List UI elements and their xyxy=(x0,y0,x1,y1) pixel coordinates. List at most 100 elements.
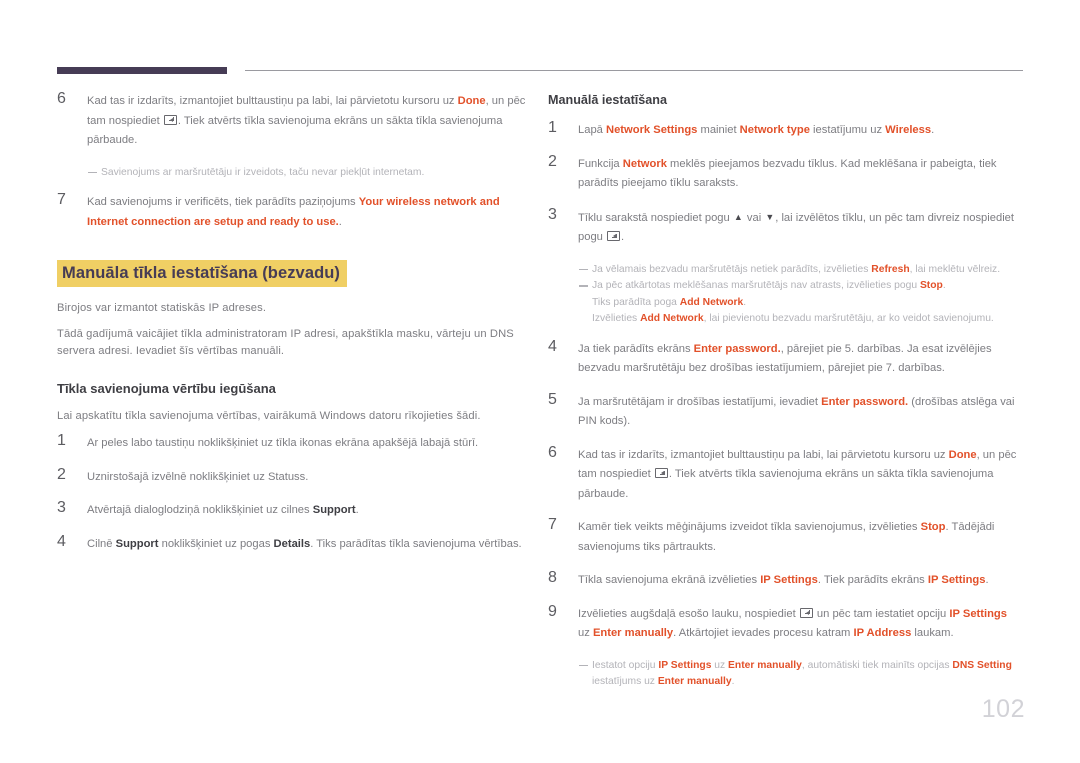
step-number: 4 xyxy=(57,532,66,550)
numbered-step: 9 Izvēlieties augšdaļā esošo lauku, nospi… xyxy=(548,602,1018,644)
note-line: Iestatot opciju IP Settings uz Enter man… xyxy=(579,658,1018,675)
ui-term-highlight: DNS Setting xyxy=(952,659,1012,671)
step-number: 3 xyxy=(548,205,557,223)
right-column: Manuālā iestatīšana 1 Lapā Network Settin… xyxy=(548,92,1018,703)
intro-paragraph-1: Birojos var izmantot statiskās IP adrese… xyxy=(57,302,267,314)
numbered-step: 4 Ja tiek parādīts ekrāns Enter password.… xyxy=(548,337,1018,379)
right-steps-1-3: 1 Lapā Network Settings mainiet Network t… xyxy=(548,119,1018,248)
step-text: Kad tas ir izdarīts, izmantojiet bulttau… xyxy=(578,448,1017,500)
ui-term-highlight: Add Network xyxy=(640,313,704,324)
numbered-step: 3 Tīklu sarakstā nospiediet pogu ▲ vai ▼,… xyxy=(548,205,1018,248)
right-note-after-step9: Iestatot opciju IP Settings uz Enter man… xyxy=(548,658,1018,691)
ui-term-highlight: IP Settings xyxy=(658,659,712,671)
step-number: 2 xyxy=(57,465,66,483)
ui-term-highlight: Enter password. xyxy=(821,395,909,408)
enter-key-icon xyxy=(163,114,177,125)
ui-term-highlight: IP Settings xyxy=(760,574,818,586)
ui-term-highlight: Done xyxy=(457,95,486,107)
numbered-step: 4 Cilnē Support noklikšķiniet uz pogas De… xyxy=(57,532,527,555)
arrow-down-icon: ▼ xyxy=(765,211,775,222)
note-line: Ja vēlamais bezvadu maršrutētājs netiek … xyxy=(579,262,1018,279)
ui-term-bold: Details xyxy=(273,537,311,550)
step-text: Kad tas ir izdarīts, izmantojiet bulttau… xyxy=(87,95,526,146)
right-heading-manual-setup: Manuālā iestatīšana xyxy=(548,93,667,107)
note-line: Izvēlieties Add Network, lai pievienotu … xyxy=(592,313,994,324)
numbered-step: 8 Tīkla savienojuma ekrānā izvēlieties IP… xyxy=(548,569,1018,591)
sub-paragraph: Lai apskatītu tīkla savienojuma vērtības… xyxy=(57,410,481,422)
numbered-step: 2 Funkcija Network meklēs pieejamos bezva… xyxy=(548,152,1018,194)
ui-term-highlight: Network type xyxy=(739,124,810,136)
step-number: 1 xyxy=(57,432,66,449)
step-number: 7 xyxy=(548,516,557,533)
numbered-step: 6 Kad tas ir izdarīts, izmantojiet bultta… xyxy=(548,443,1018,505)
step-number: 5 xyxy=(548,390,557,408)
ui-term-highlight: Refresh xyxy=(871,263,910,275)
left-column: 6 Kad tas ir izdarīts, izmantojiet bultta… xyxy=(57,90,527,568)
step-number: 6 xyxy=(57,90,66,107)
ui-term-highlight: IP Address xyxy=(853,627,912,639)
numbered-step: 1 Lapā Network Settings mainiet Network t… xyxy=(548,119,1018,141)
document-page: 6 Kad tas ir izdarīts, izmantojiet bultta… xyxy=(0,0,1080,763)
page-number: 102 xyxy=(981,695,1025,723)
step-text: Ja maršrutētājam ir drošības iestatījumi… xyxy=(578,395,1015,428)
numbered-step: 5 Ja maršrutētājam ir drošības iestatījum… xyxy=(548,390,1018,432)
enter-key-icon xyxy=(654,468,668,478)
numbered-step: 6 Kad tas ir izdarīts, izmantojiet bultta… xyxy=(57,90,527,151)
arrow-up-icon: ▲ xyxy=(733,211,743,222)
ui-term-highlight: IP Settings xyxy=(949,607,1007,620)
step-text: Kamēr tiek veikts mēģinājums izveidot tī… xyxy=(578,521,995,553)
ui-term-highlight: IP Settings xyxy=(927,574,986,586)
note-block: Ja vēlamais bezvadu maršrutētājs netiek … xyxy=(578,262,1018,328)
step-text: Cilnē Support noklikšķiniet uz pogas Det… xyxy=(87,537,522,550)
ui-term-highlight: Stop xyxy=(920,521,946,533)
step-text: Kad savienojums ir verificēts, tiek parā… xyxy=(87,196,500,228)
ui-term-highlight: Enter manually xyxy=(657,676,732,687)
ui-term-highlight: Enter password. xyxy=(693,342,781,355)
ui-term-highlight: Network Settings xyxy=(606,124,698,136)
step-text: Izvēlieties augšdaļā esošo lauku, nospie… xyxy=(578,607,1007,639)
ui-term-highlight: Stop xyxy=(919,280,943,291)
numbered-step: 3 Atvērtajā dialoglodziņā noklikšķiniet u… xyxy=(57,499,527,521)
left-steps-values: 1 Ar peles labo taustiņu noklikšķiniet uz… xyxy=(57,432,527,555)
numbered-step: 7 Kad savienojums ir verificēts, tiek par… xyxy=(57,191,527,232)
step-number: 2 xyxy=(548,152,557,170)
step-number: 6 xyxy=(548,443,557,461)
left-note-after-step6: Savienojums ar maršrutētāju ir izveidots… xyxy=(57,165,527,182)
note-line: Ja pēc atkārtotas meklēšanas maršrutētāj… xyxy=(579,278,1018,295)
step-text: Ja tiek parādīts ekrāns Enter password.,… xyxy=(578,342,992,375)
ui-term-highlight: Enter manually xyxy=(592,627,674,639)
left-steps-bottom: 7 Kad savienojums ir verificēts, tiek par… xyxy=(57,191,527,232)
step-number: 3 xyxy=(57,499,66,516)
ui-term-highlight: Wireless xyxy=(885,124,932,136)
step-text: Tīkla savienojuma ekrānā izvēlieties IP … xyxy=(578,574,989,586)
numbered-step: 7 Kamēr tiek veikts mēģinājums izveidot t… xyxy=(548,516,1018,557)
step-number: 9 xyxy=(548,602,557,620)
step-text: Uznirstošajā izvēlnē noklikšķiniet uz St… xyxy=(87,470,309,483)
note-line: Tiks parādīta poga Add Network. xyxy=(592,296,747,308)
step-text: Tīklu sarakstā nospiediet pogu ▲ vai ▼, … xyxy=(578,208,1018,248)
step-number: 4 xyxy=(548,337,557,355)
step-number: 7 xyxy=(57,191,66,208)
step-number: 1 xyxy=(548,119,557,136)
step-number: 8 xyxy=(548,569,557,586)
numbered-step: 1 Ar peles labo taustiņu noklikšķiniet uz… xyxy=(57,432,527,454)
header-thin-rule xyxy=(245,70,1023,71)
section-heading-manual-wireless: Manuāla tīkla iestatīšana (bezvadu) xyxy=(57,260,347,287)
ui-term-highlight: Done xyxy=(948,448,977,461)
right-steps-4-9: 4 Ja tiek parādīts ekrāns Enter password.… xyxy=(548,337,1018,644)
ui-term-highlight: Network xyxy=(622,157,667,170)
ui-term-bold: Support xyxy=(312,504,356,516)
enter-key-icon xyxy=(799,607,813,618)
note-line: iestatījums uz Enter manually. xyxy=(592,676,735,687)
numbered-step: 2 Uznirstošajā izvēlnē noklikšķiniet uz S… xyxy=(57,465,527,488)
step-text: Ar peles labo taustiņu noklikšķiniet uz … xyxy=(87,437,479,449)
note-line: Savienojums ar maršrutētāju ir izveidots… xyxy=(88,165,527,182)
sub-heading-network-values: Tīkla savienojuma vērtību iegūšana xyxy=(57,381,276,396)
left-steps-top: 6 Kad tas ir izdarīts, izmantojiet bultta… xyxy=(57,90,527,151)
note-block: Iestatot opciju IP Settings uz Enter man… xyxy=(578,658,1018,691)
page-header-rules xyxy=(57,67,1023,77)
step-text: Funkcija Network meklēs pieejamos bezvad… xyxy=(578,157,997,190)
note-block: Savienojums ar maršrutētāju ir izveidots… xyxy=(87,165,527,182)
ui-term-highlight: Your wireless network and Internet conne… xyxy=(87,196,500,228)
ui-term-bold: Support xyxy=(115,537,159,550)
